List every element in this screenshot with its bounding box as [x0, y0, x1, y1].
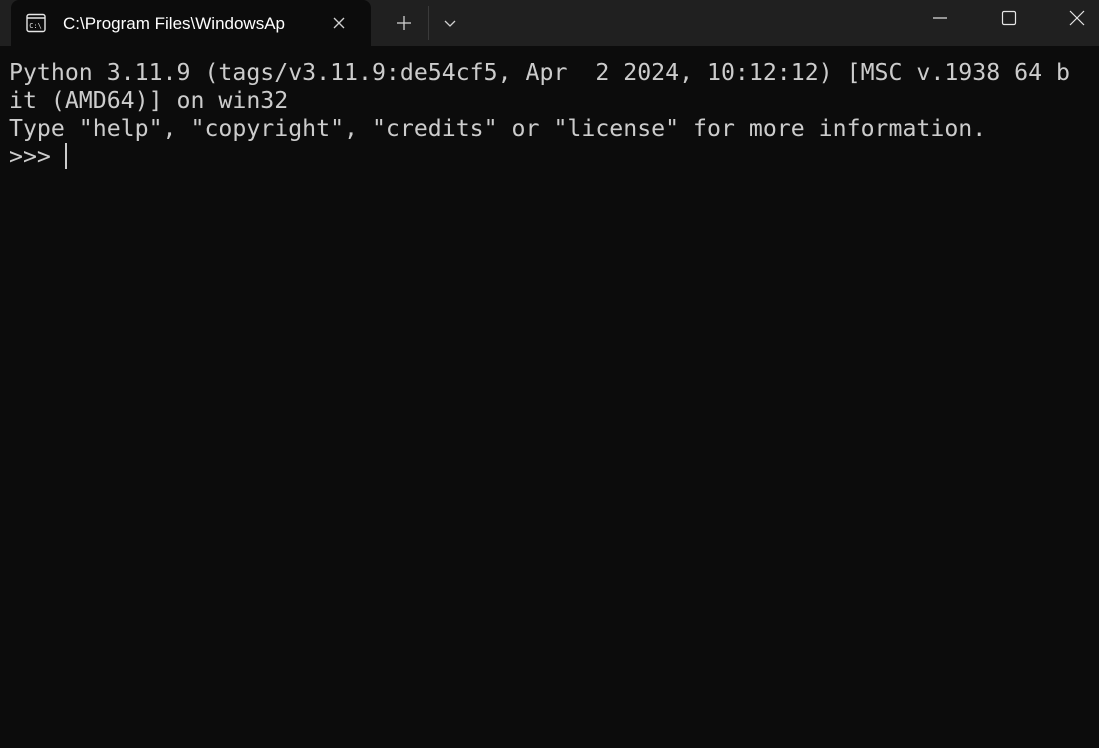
chevron-down-icon [444, 20, 456, 27]
close-icon [1069, 10, 1085, 26]
profile-dropdown-button[interactable] [434, 7, 466, 39]
tab-title: C:\Program Files\WindowsAp [63, 14, 286, 33]
svg-text:C:\: C:\ [29, 22, 42, 30]
text-cursor [64, 143, 67, 169]
maximize-icon [1001, 10, 1017, 26]
maximize-button[interactable] [986, 0, 1032, 36]
close-window-button[interactable] [1054, 0, 1099, 36]
tab-python[interactable]: C:\ C:\Program Files\WindowsAp [11, 0, 371, 46]
terminal-line: Type "help", "copyright", "credits" or "… [9, 115, 987, 142]
console-icon: C:\ [26, 13, 46, 33]
plus-icon [397, 16, 411, 30]
minimize-button[interactable] [917, 0, 963, 36]
terminal-output[interactable]: Python 3.11.9 (tags/v3.11.9:de54cf5, Apr… [9, 59, 1094, 739]
prompt-line[interactable]: >>> [9, 143, 1094, 171]
new-tab-button[interactable] [386, 7, 422, 39]
close-tab-icon[interactable] [327, 11, 351, 35]
title-bar[interactable]: C:\ C:\Program Files\WindowsAp [0, 0, 1099, 46]
python-prompt: >>> [9, 143, 65, 170]
terminal-window: C:\ C:\Program Files\WindowsAp Python 3.… [0, 0, 1099, 748]
terminal-line: Python 3.11.9 (tags/v3.11.9:de54cf5, Apr… [9, 59, 1070, 86]
terminal-line: it (AMD64)] on win32 [9, 87, 289, 114]
minimize-icon [933, 17, 947, 19]
tab-separator [428, 6, 429, 40]
